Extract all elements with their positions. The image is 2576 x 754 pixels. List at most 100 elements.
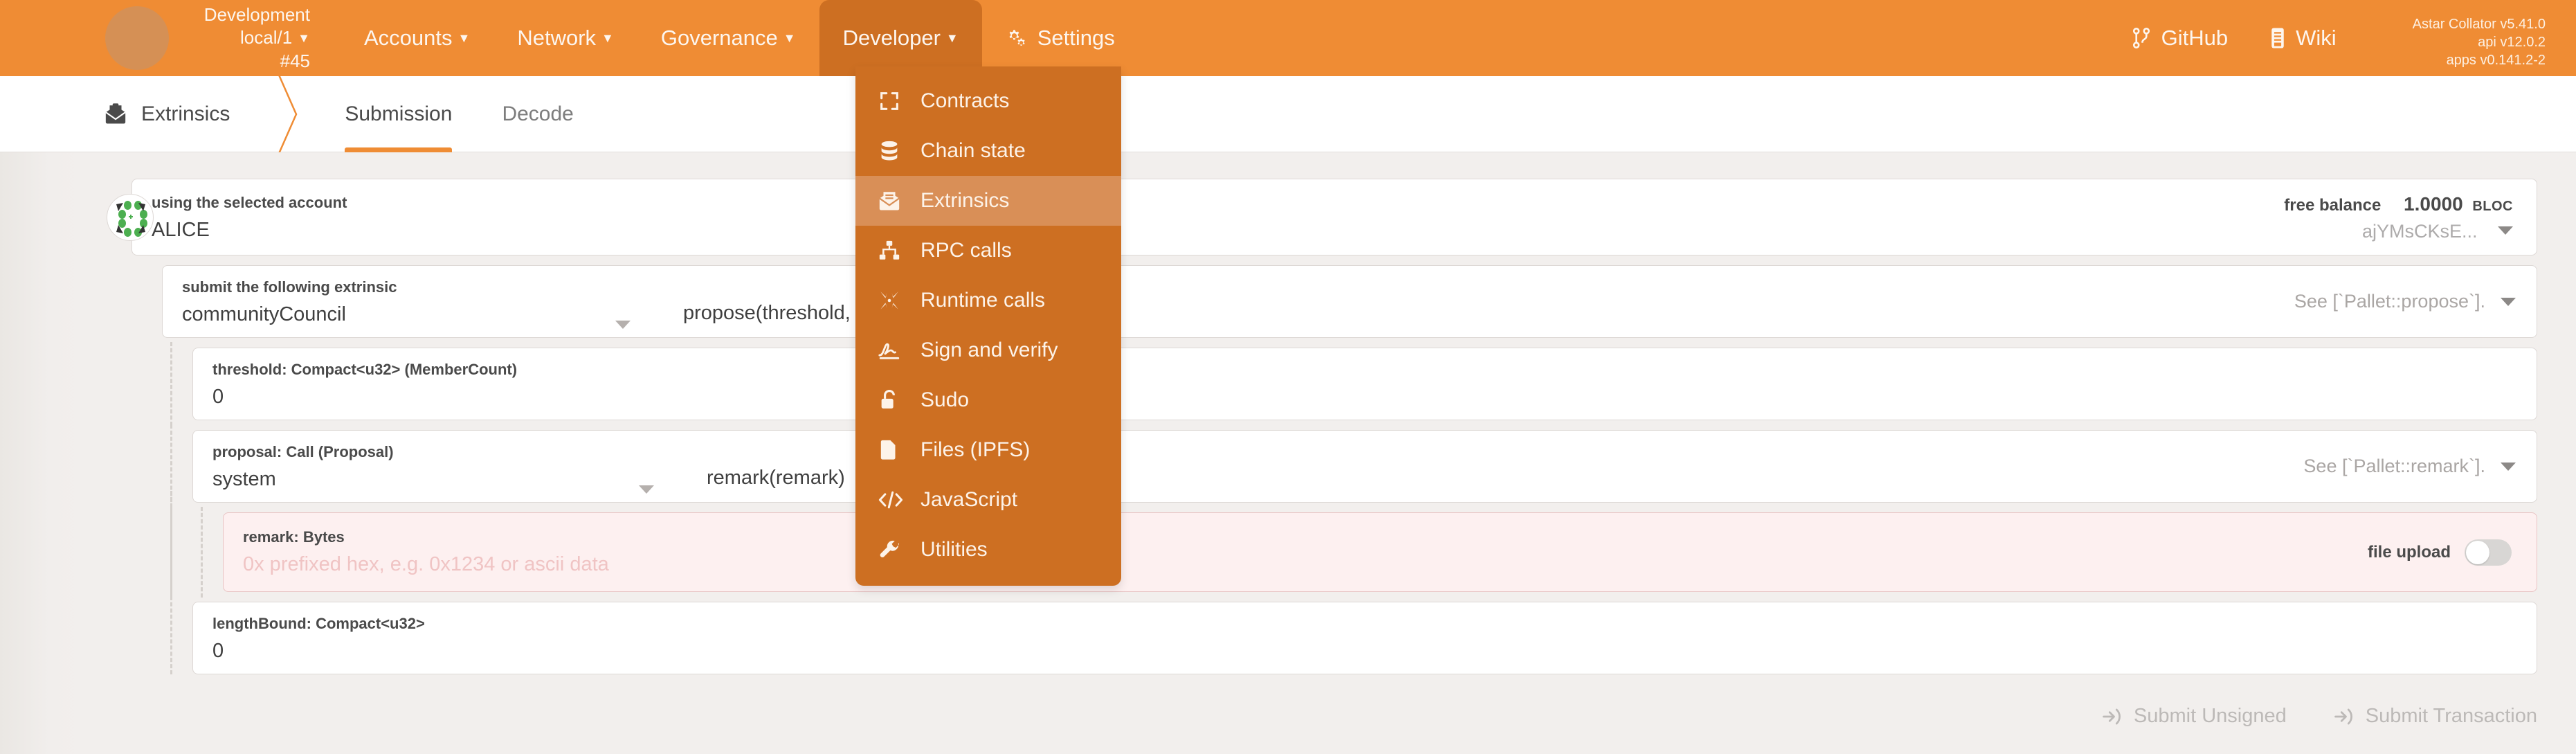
- chevron-down-icon: ▼: [601, 31, 614, 46]
- file-upload-toggle[interactable]: [2465, 539, 2512, 566]
- main-content: using the selected account ALICE free ba…: [0, 152, 2576, 754]
- avatar[interactable]: [107, 194, 154, 241]
- menu-item-chain-state[interactable]: Chain state: [855, 126, 1121, 176]
- nav-link-label: GitHub: [2161, 26, 2228, 51]
- remark-field[interactable]: remark: Bytes 0x prefixed hex, e.g. 0x12…: [224, 513, 609, 591]
- menu-item-files-ipfs[interactable]: Files (IPFS): [855, 425, 1121, 475]
- section-title: Extrinsics: [0, 76, 266, 152]
- menu-item-label: Files (IPFS): [920, 438, 1030, 462]
- extrinsics-icon: [104, 102, 127, 126]
- proposal-row: proposal: Call (Proposal) system remark(…: [131, 430, 2537, 503]
- remark-input[interactable]: 0x prefixed hex, e.g. 0x1234 or ascii da…: [243, 553, 609, 576]
- chevron-down-icon[interactable]: ▼: [298, 27, 310, 50]
- menu-item-sign-and-verify[interactable]: Sign and verify: [855, 325, 1121, 375]
- pallet-select[interactable]: submit the following extrinsic community…: [163, 266, 647, 337]
- chevron-down-icon: ▼: [783, 31, 796, 46]
- wiki-link[interactable]: Wiki: [2249, 0, 2357, 76]
- section-label: Extrinsics: [141, 102, 230, 126]
- database-icon: [878, 139, 905, 163]
- nav-item-network[interactable]: Network ▼: [493, 0, 637, 76]
- chevron-down-icon: [2501, 298, 2516, 306]
- balance-box[interactable]: free balance 1.0000 BLOC ajYMsCKsE...: [2284, 179, 2537, 255]
- extrinsic-form: using the selected account ALICE free ba…: [0, 179, 2576, 674]
- menu-item-rpc-calls[interactable]: RPC calls: [855, 226, 1121, 276]
- tab-decode[interactable]: Decode: [477, 76, 598, 152]
- github-link[interactable]: GitHub: [2110, 0, 2249, 76]
- extrinsic-card: submit the following extrinsic community…: [162, 265, 2537, 338]
- remark-card: remark: Bytes 0x prefixed hex, e.g. 0x12…: [223, 512, 2537, 592]
- menu-item-label: Sign and verify: [920, 339, 1058, 362]
- doc-text: See [`Pallet::propose`].: [2294, 291, 2485, 312]
- action-label: Submit Unsigned: [2134, 705, 2287, 728]
- nav-link-label: Wiki: [2296, 26, 2337, 51]
- nav-item-label: Developer: [843, 26, 941, 51]
- length-bound-field[interactable]: lengthBound: Compact<u32> 0: [193, 602, 2537, 674]
- compress-arrows-icon: [878, 289, 905, 312]
- submit-transaction-button[interactable]: Submit Transaction: [2334, 705, 2537, 728]
- menu-item-label: RPC calls: [920, 239, 1012, 262]
- account-label: using the selected account: [152, 194, 347, 212]
- breadcrumb-chevron: [266, 76, 307, 152]
- account-address: ajYMsCKsE...: [2362, 221, 2478, 242]
- menu-item-label: JavaScript: [920, 488, 1017, 512]
- tabs: Submission Decode: [320, 76, 598, 152]
- nav-item-governance[interactable]: Governance ▼: [637, 0, 819, 76]
- menu-item-label: Utilities: [920, 538, 988, 562]
- proposal-doc-toggle[interactable]: See [`Pallet::remark`].: [2303, 431, 2537, 502]
- menu-item-sudo[interactable]: Sudo: [855, 375, 1121, 425]
- wrench-icon: [878, 538, 905, 562]
- submit-unsigned-button[interactable]: Submit Unsigned: [2102, 705, 2287, 728]
- menu-item-label: Runtime calls: [920, 289, 1045, 312]
- nav-item-label: Accounts: [364, 26, 453, 51]
- nav-item-developer[interactable]: Developer ▼: [819, 0, 982, 76]
- menu-item-label: Contracts: [920, 89, 1009, 113]
- tab-label: Submission: [345, 102, 452, 126]
- chevron-down-icon[interactable]: [2498, 226, 2513, 235]
- node-version: Astar Collator v5.41.0: [2413, 15, 2546, 33]
- menu-item-extrinsics[interactable]: Extrinsics: [855, 176, 1121, 226]
- threshold-field[interactable]: threshold: Compact<u32> (MemberCount) 0: [193, 348, 2537, 420]
- extrinsic-doc-toggle[interactable]: See [`Pallet::propose`].: [2294, 266, 2537, 337]
- nav-item-label: Settings: [1037, 26, 1115, 51]
- file-upload-label: file upload: [2368, 543, 2451, 562]
- chevron-down-icon: [639, 485, 654, 494]
- account-card: using the selected account ALICE free ba…: [131, 179, 2537, 255]
- chain-endpoint: local/1: [240, 27, 292, 48]
- menu-item-contracts[interactable]: Contracts: [855, 76, 1121, 126]
- length-bound-input[interactable]: 0: [212, 640, 2537, 663]
- file-icon: [878, 438, 905, 462]
- length-bound-card: lengthBound: Compact<u32> 0: [192, 602, 2537, 674]
- nav-item-accounts[interactable]: Accounts ▼: [341, 0, 493, 76]
- chevron-down-icon: [2501, 463, 2516, 471]
- code-icon: [878, 488, 905, 512]
- chain-selector[interactable]: Development local/1▼ #45: [0, 0, 310, 76]
- signature-icon: [878, 339, 905, 362]
- proposal-signature[interactable]: remark(remark): [671, 431, 845, 502]
- extrinsic-row: submit the following extrinsic community…: [131, 265, 2537, 338]
- menu-item-utilities[interactable]: Utilities: [855, 525, 1121, 575]
- tab-label: Decode: [502, 102, 573, 126]
- nav-item-settings[interactable]: Settings: [982, 0, 1139, 76]
- api-version: api v12.0.2: [2413, 33, 2546, 51]
- form-actions: Submit Unsigned Submit Transaction: [0, 684, 2576, 728]
- sign-in-icon: [2102, 706, 2123, 727]
- menu-item-label: Sudo: [920, 388, 969, 412]
- threshold-input[interactable]: 0: [212, 386, 2537, 409]
- remark-label: remark: Bytes: [243, 528, 609, 546]
- proposal-pallet-value: system: [212, 468, 629, 491]
- account-field[interactable]: using the selected account ALICE: [132, 179, 347, 255]
- chevron-down-icon: ▼: [946, 31, 959, 46]
- book-icon: [2269, 27, 2286, 49]
- balance-label: free balance: [2284, 196, 2381, 215]
- menu-item-javascript[interactable]: JavaScript: [855, 475, 1121, 525]
- github-icon: [2131, 27, 2152, 49]
- action-label: Submit Transaction: [2366, 705, 2537, 728]
- tab-submission[interactable]: Submission: [320, 76, 477, 152]
- balance-unit: BLOC: [2472, 199, 2513, 214]
- nav-right: GitHub Wiki Astar Collator v5.41.0 api v…: [2110, 0, 2576, 76]
- menu-item-runtime-calls[interactable]: Runtime calls: [855, 276, 1121, 325]
- proposal-pallet-select[interactable]: proposal: Call (Proposal) system: [193, 431, 671, 502]
- length-bound-label: lengthBound: Compact<u32>: [212, 615, 2537, 633]
- account-row: using the selected account ALICE free ba…: [131, 179, 2537, 255]
- developer-dropdown-menu: Contracts Chain state: [855, 66, 1121, 586]
